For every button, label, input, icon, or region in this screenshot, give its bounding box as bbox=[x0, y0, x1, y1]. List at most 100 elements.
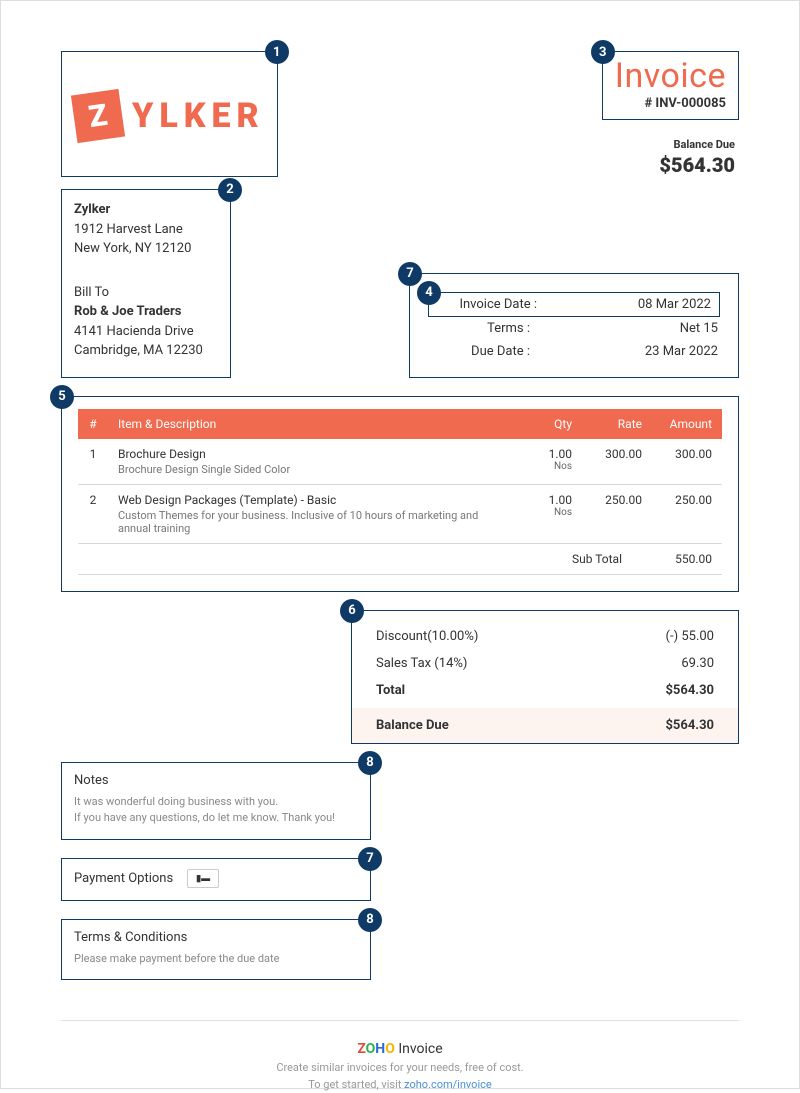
callout-3: 3 bbox=[591, 40, 615, 64]
brand-letter-z: Z bbox=[357, 1041, 365, 1057]
callout-7b: 7 bbox=[358, 847, 382, 871]
balance-value: $564.30 bbox=[665, 718, 714, 733]
col-amount: Amount bbox=[652, 409, 722, 439]
balance-label: Balance Due bbox=[376, 718, 449, 733]
notes-body: It was wonderful doing business with you… bbox=[74, 794, 358, 827]
balance-due-amount: $564.30 bbox=[602, 153, 735, 177]
discount-row: Discount(10.00%) (-) 55.00 bbox=[372, 623, 718, 650]
item-sub: Brochure Design Single Sided Color bbox=[118, 463, 502, 476]
terms-heading: Terms & Conditions bbox=[74, 930, 358, 945]
callout-5: 5 bbox=[50, 385, 74, 409]
total-value: $564.30 bbox=[665, 683, 714, 698]
item-idx: 1 bbox=[78, 439, 108, 485]
item-name: Brochure Design bbox=[118, 447, 502, 461]
logo-box: 1 Z YLKER bbox=[61, 51, 278, 177]
balance-block: Balance Due $564.30 bbox=[602, 138, 739, 177]
footer-line2: To get started, visit zoho.com/invoice bbox=[61, 1077, 739, 1093]
item-unit: Nos bbox=[522, 507, 572, 518]
item-qty: 1.00 bbox=[522, 493, 572, 507]
seller-name: Zylker bbox=[74, 200, 218, 220]
brand-letter-o2: O bbox=[385, 1041, 395, 1057]
subtotal-label: Sub Total bbox=[78, 543, 652, 574]
item-qty: 1.00 bbox=[522, 447, 572, 461]
item-idx: 2 bbox=[78, 484, 108, 543]
table-row: 1 Brochure Design Brochure Design Single… bbox=[78, 439, 722, 485]
seller-addr-line2: New York, NY 12120 bbox=[74, 239, 218, 259]
invoice-page: 1 Z YLKER 3 Invoice # INV-000085 Balance… bbox=[0, 0, 800, 1089]
addresses-box: 2 Zylker 1912 Harvest Lane New York, NY … bbox=[61, 189, 231, 378]
logo-badge-icon: Z bbox=[71, 89, 125, 143]
discount-value: (-) 55.00 bbox=[666, 629, 714, 644]
invoice-date-row: 4 Invoice Date : 08 Mar 2022 bbox=[428, 292, 720, 317]
bill-to-heading: Bill To bbox=[74, 283, 218, 303]
total-label: Total bbox=[376, 683, 405, 698]
total-row: Total $564.30 bbox=[372, 677, 718, 704]
callout-6: 6 bbox=[340, 599, 364, 623]
col-rate: Rate bbox=[582, 409, 652, 439]
footer-line1: Create similar invoices for your needs, … bbox=[61, 1060, 739, 1077]
notes-heading: Notes bbox=[74, 773, 358, 788]
zoho-brand: ZOHO Invoice bbox=[61, 1039, 739, 1060]
table-row: 2 Web Design Packages (Template) - Basic… bbox=[78, 484, 722, 543]
callout-8a: 8 bbox=[358, 751, 382, 775]
notes-line2: If you have any questions, do let me kno… bbox=[74, 810, 358, 827]
terms-label: Terms : bbox=[430, 321, 530, 336]
item-name: Web Design Packages (Template) - Basic bbox=[118, 493, 502, 507]
col-qty: Qty bbox=[512, 409, 582, 439]
item-qty-cell: 1.00 Nos bbox=[512, 439, 582, 485]
callout-8b: 8 bbox=[358, 908, 382, 932]
tax-row: Sales Tax (14%) 69.30 bbox=[372, 650, 718, 677]
item-amount: 300.00 bbox=[652, 439, 722, 485]
title-block: 3 Invoice # INV-000085 Balance Due $564.… bbox=[602, 51, 739, 177]
item-qty-cell: 1.00 Nos bbox=[512, 484, 582, 543]
item-amount: 250.00 bbox=[652, 484, 722, 543]
due-date-value: 23 Mar 2022 bbox=[530, 344, 718, 359]
bill-to-addr-line1: 4141 Hacienda Drive bbox=[74, 322, 218, 342]
item-cell: Brochure Design Brochure Design Single S… bbox=[108, 439, 512, 485]
discount-label: Discount(10.00%) bbox=[376, 629, 478, 644]
item-unit: Nos bbox=[522, 461, 572, 472]
callout-7a: 7 bbox=[398, 262, 422, 286]
bill-to-name: Rob & Joe Traders bbox=[74, 302, 218, 322]
invoice-number: # INV-000085 bbox=[615, 96, 726, 111]
payment-options-box: 7 Payment Options ▮▬ bbox=[61, 858, 371, 901]
invoice-date-value: 08 Mar 2022 bbox=[537, 297, 711, 312]
payment-row: Payment Options ▮▬ bbox=[74, 869, 358, 888]
notes-line1: It was wonderful doing business with you… bbox=[74, 794, 358, 811]
totals-box: 6 Discount(10.00%) (-) 55.00 Sales Tax (… bbox=[351, 610, 739, 744]
dates-box: 7 4 Invoice Date : 08 Mar 2022 Terms : N… bbox=[409, 273, 739, 378]
seller-addr-line1: 1912 Harvest Lane bbox=[74, 220, 218, 240]
brand-letter-o: O bbox=[366, 1041, 376, 1057]
col-idx: # bbox=[78, 409, 108, 439]
col-desc: Item & Description bbox=[108, 409, 512, 439]
tax-value: 69.30 bbox=[681, 656, 714, 671]
line-items-table: # Item & Description Qty Rate Amount 1 B… bbox=[78, 409, 722, 575]
balance-row: Balance Due $564.30 bbox=[352, 708, 738, 743]
terms-box: 8 Terms & Conditions Please make payment… bbox=[61, 919, 371, 981]
header-row: 1 Z YLKER 3 Invoice # INV-000085 Balance… bbox=[61, 51, 739, 177]
terms-body: Please make payment before the due date bbox=[74, 951, 358, 968]
logo-word: YLKER bbox=[132, 96, 265, 136]
tax-label: Sales Tax (14%) bbox=[376, 656, 467, 671]
item-cell: Web Design Packages (Template) - Basic C… bbox=[108, 484, 512, 543]
terms-value: Net 15 bbox=[530, 321, 718, 336]
footer: ZOHO Invoice Create similar invoices for… bbox=[61, 1020, 739, 1093]
table-header-row: # Item & Description Qty Rate Amount bbox=[78, 409, 722, 439]
subtotal-row: Sub Total 550.00 bbox=[78, 543, 722, 574]
due-date-row: Due Date : 23 Mar 2022 bbox=[428, 340, 720, 363]
brand-invoice: Invoice bbox=[395, 1041, 443, 1057]
callout-2: 2 bbox=[218, 178, 242, 202]
due-date-label: Due Date : bbox=[430, 344, 530, 359]
bill-to-addr-line2: Cambridge, MA 12230 bbox=[74, 341, 218, 361]
subtotal-value: 550.00 bbox=[652, 543, 722, 574]
item-rate: 300.00 bbox=[582, 439, 652, 485]
callout-4: 4 bbox=[417, 281, 441, 305]
terms-row: Terms : Net 15 bbox=[428, 317, 720, 340]
payment-heading: Payment Options bbox=[74, 871, 173, 886]
title-box: 3 Invoice # INV-000085 bbox=[602, 51, 739, 120]
mid-row: 2 Zylker 1912 Harvest Lane New York, NY … bbox=[61, 189, 739, 378]
item-rate: 250.00 bbox=[582, 484, 652, 543]
item-sub: Custom Themes for your business. Inclusi… bbox=[118, 509, 502, 535]
document-title: Invoice bbox=[615, 56, 726, 96]
line-items-box: 5 # Item & Description Qty Rate Amount 1… bbox=[61, 396, 739, 592]
